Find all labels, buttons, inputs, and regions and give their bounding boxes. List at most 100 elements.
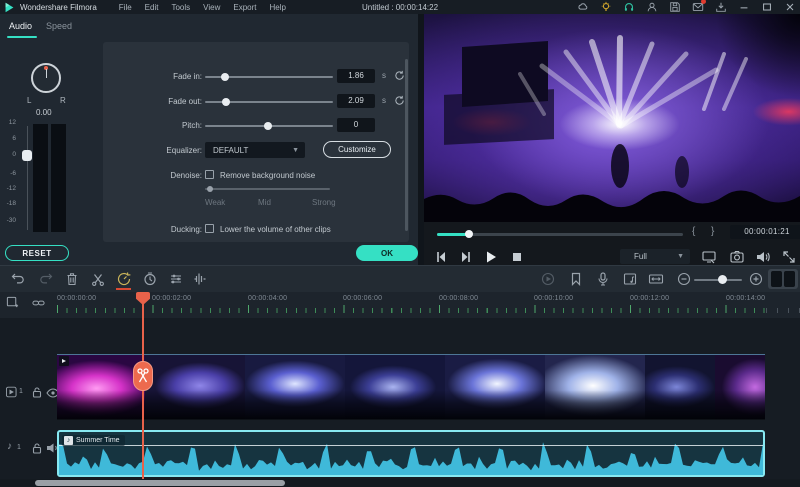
cloud-icon[interactable] xyxy=(577,1,589,13)
menu-file[interactable]: File xyxy=(119,3,132,12)
fade-out-reset-icon[interactable] xyxy=(394,95,405,106)
audio-track-number: 1 xyxy=(17,444,21,451)
fade-in-reset-icon[interactable] xyxy=(394,70,405,81)
menu-tools[interactable]: Tools xyxy=(171,3,190,12)
denoise-checkbox[interactable] xyxy=(205,170,214,179)
denoise-level-weak: Weak xyxy=(205,198,225,207)
maximize-button[interactable] xyxy=(761,1,773,13)
volume-slider-track xyxy=(27,126,28,230)
video-clip[interactable] xyxy=(57,354,765,420)
denoise-checkbox-label[interactable]: Remove background noise xyxy=(220,171,315,180)
marker-icon[interactable] xyxy=(568,271,584,287)
ruler-ticks-empty xyxy=(766,308,800,313)
denoise-level-slider[interactable] xyxy=(205,184,330,193)
mark-in-icon[interactable]: { xyxy=(692,226,695,237)
meter-scale-n18: -18 xyxy=(0,200,16,207)
audio-track-icon: ♪ xyxy=(7,441,12,452)
track-height-toggle[interactable] xyxy=(768,269,798,289)
manage-tracks-icon[interactable] xyxy=(6,296,19,309)
previous-frame-button[interactable] xyxy=(432,249,450,265)
volume-envelope-line[interactable] xyxy=(59,445,763,446)
record-voiceover-icon[interactable] xyxy=(595,271,611,287)
video-lock-icon[interactable] xyxy=(30,386,44,398)
audio-lock-icon[interactable] xyxy=(30,442,44,454)
fit-timeline-icon[interactable] xyxy=(648,271,664,287)
clip-play-badge xyxy=(59,356,69,366)
volume-icon[interactable] xyxy=(754,249,772,265)
chevron-down-icon: ▼ xyxy=(292,147,299,154)
scissors-icon xyxy=(134,362,152,390)
menu-help[interactable]: Help xyxy=(269,3,285,12)
render-preview-icon[interactable] xyxy=(540,271,556,287)
filmora-window: Wondershare Filmora File Edit Tools View… xyxy=(0,0,800,487)
preview-zoom-dropdown[interactable]: Full ▼ xyxy=(620,249,690,264)
panel-scrollbar[interactable] xyxy=(405,59,408,231)
detach-audio-icon[interactable] xyxy=(192,271,208,287)
volume-slider-handle[interactable] xyxy=(22,150,32,161)
ruler-label: 00:00:04:00 xyxy=(248,295,287,302)
fade-in-value[interactable]: 1.86 xyxy=(337,69,375,83)
tab-speed[interactable]: Speed xyxy=(46,21,72,31)
preview-video xyxy=(424,14,800,222)
speed-icon[interactable] xyxy=(116,271,132,287)
link-clips-icon[interactable] xyxy=(32,297,45,309)
tips-bulb-icon[interactable] xyxy=(600,1,612,13)
mark-out-icon[interactable]: } xyxy=(711,226,714,237)
quick-split-badge[interactable] xyxy=(133,361,153,391)
fade-in-slider[interactable] xyxy=(205,72,333,81)
pitch-slider[interactable] xyxy=(205,121,333,130)
save-icon[interactable] xyxy=(669,1,681,13)
ruler-label: 00:00:10:00 xyxy=(534,295,573,302)
messages-icon[interactable] xyxy=(692,1,704,13)
menu-export[interactable]: Export xyxy=(233,3,256,12)
undo-icon[interactable] xyxy=(10,271,26,287)
timeline-horizontal-scrollbar[interactable] xyxy=(35,480,285,486)
fade-out-value[interactable]: 2.09 xyxy=(337,94,375,108)
equalizer-dropdown[interactable]: DEFAULT ▼ xyxy=(205,142,305,158)
customize-button[interactable]: Customize xyxy=(323,141,391,158)
menu-edit[interactable]: Edit xyxy=(145,3,159,12)
play-on-device-icon[interactable] xyxy=(700,249,718,265)
duration-clock-icon[interactable] xyxy=(142,271,158,287)
tab-audio[interactable]: Audio xyxy=(9,21,32,31)
delete-icon[interactable] xyxy=(64,271,80,287)
support-headset-icon[interactable] xyxy=(623,1,635,13)
preview-seek-handle[interactable] xyxy=(465,230,473,238)
audio-mixer-icon[interactable] xyxy=(622,271,638,287)
audio-clip[interactable]: ♪ Summer Time xyxy=(57,430,765,477)
redo-icon[interactable] xyxy=(38,271,54,287)
ducking-checkbox[interactable] xyxy=(205,224,214,233)
ruler-label: 00:00:02:00 xyxy=(152,295,191,302)
ok-button[interactable]: OK xyxy=(356,245,418,261)
color-adjust-icon[interactable] xyxy=(168,271,184,287)
meter-scale-6: 6 xyxy=(0,135,16,142)
preview-seek-bar[interactable] xyxy=(437,233,683,236)
notification-dot xyxy=(701,0,706,4)
pitch-value[interactable]: 0 xyxy=(337,118,375,132)
close-button[interactable] xyxy=(784,1,796,13)
denoise-label: Denoise: xyxy=(122,171,202,180)
light-beams xyxy=(424,14,800,222)
active-tab-underline xyxy=(7,36,37,38)
equalizer-label: Equalizer: xyxy=(122,146,202,155)
zoom-out-icon[interactable] xyxy=(676,271,692,287)
play-button[interactable] xyxy=(482,249,500,265)
export-device-icon[interactable] xyxy=(715,1,727,13)
reset-button[interactable]: RESET xyxy=(5,245,69,261)
app-name: Wondershare Filmora xyxy=(20,3,97,12)
next-frame-button[interactable] xyxy=(457,249,475,265)
menu-view[interactable]: View xyxy=(203,3,220,12)
stop-button[interactable] xyxy=(508,249,526,265)
ruler-label: 00:00:08:00 xyxy=(439,295,478,302)
balance-knob[interactable] xyxy=(31,63,61,93)
ducking-checkbox-label[interactable]: Lower the volume of other clips xyxy=(220,225,331,234)
snapshot-camera-icon[interactable] xyxy=(728,249,746,265)
split-scissors-icon[interactable] xyxy=(90,271,106,287)
minimize-button[interactable] xyxy=(738,1,750,13)
chevron-down-icon: ▼ xyxy=(677,253,684,260)
account-icon[interactable] xyxy=(646,1,658,13)
fullscreen-icon[interactable] xyxy=(780,249,798,265)
zoom-in-icon[interactable] xyxy=(748,271,764,287)
timeline-zoom-handle[interactable] xyxy=(718,275,727,284)
fade-out-slider[interactable] xyxy=(205,97,333,106)
